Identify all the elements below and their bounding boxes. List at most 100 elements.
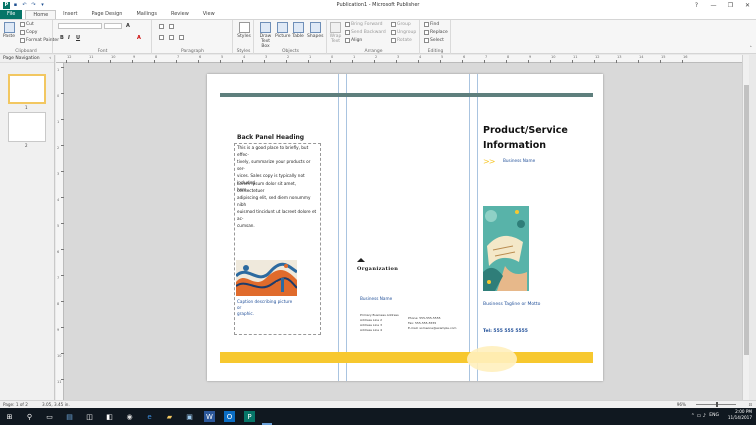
ruler-tick (264, 60, 265, 63)
font-name-box[interactable] (58, 23, 102, 29)
business-contact[interactable]: Phone: 555-555-5555 Fax: 555-555-5555 E-… (408, 316, 456, 331)
text-box-icon (260, 22, 271, 33)
ruler-number: 8 (155, 55, 158, 59)
ruler-tick (418, 60, 419, 63)
product-service-title[interactable]: Product/Service Information (483, 123, 593, 153)
align-center-button[interactable] (169, 35, 174, 40)
align-button[interactable]: Align (345, 38, 362, 43)
system-tray-icons[interactable]: ⌃ ▭ ♪ (691, 413, 706, 419)
business-name-middle[interactable]: Business Name (360, 296, 392, 301)
help-icon[interactable]: ? (688, 0, 705, 10)
back-panel-picture[interactable] (236, 260, 297, 296)
fit-page-icon[interactable]: ⊡ (748, 402, 752, 407)
folder-icon[interactable]: ▰ (164, 411, 175, 422)
draw-text-box-button[interactable]: Draw Text Box (257, 22, 274, 49)
send-backward-button[interactable]: Send Backward (345, 30, 386, 35)
vertical-scrollbar[interactable] (742, 55, 749, 400)
back-panel-heading[interactable]: Back Panel Heading (237, 134, 304, 141)
tab-mailings[interactable]: Mailings (129, 10, 164, 19)
tab-home[interactable]: Home (25, 10, 57, 19)
find-button[interactable]: Find (424, 22, 439, 27)
restore-button[interactable]: ❐ (722, 0, 739, 10)
page-thumbnail-1[interactable] (8, 74, 46, 104)
film-icon[interactable]: ▤ (64, 411, 75, 422)
search-icon[interactable]: ⚲ (24, 411, 35, 422)
minimize-button[interactable]: — (705, 0, 722, 10)
tab-review[interactable]: Review (164, 10, 196, 19)
italic-button[interactable]: I (68, 35, 70, 41)
windows-logo-icon[interactable]: ⊞ (4, 411, 15, 422)
save-icon[interactable]: ▪ (12, 2, 19, 9)
tab-view[interactable]: View (196, 10, 222, 19)
shapes-button[interactable]: Shapes (307, 22, 323, 39)
wrap-text-button[interactable]: Wrap Text (329, 22, 342, 44)
align-left-button[interactable] (159, 35, 164, 40)
back-panel-lorem-text[interactable]: Lorem ipsum dolor sit amet, consectetuer… (237, 180, 319, 229)
collapse-pane-icon[interactable]: ‹ (49, 56, 51, 61)
ruler-tick (61, 327, 64, 328)
page-indicator[interactable]: Page: 1 of 2 (3, 402, 28, 407)
ruler-number: 0 (331, 55, 334, 59)
photos-icon[interactable]: ▣ (184, 411, 195, 422)
bullets-button[interactable] (159, 24, 164, 29)
publication-page[interactable]: Back Panel Heading This is a good place … (207, 74, 603, 381)
numbering-button[interactable] (169, 24, 174, 29)
tab-file[interactable]: File (0, 10, 23, 19)
customize-toolbar-icon[interactable]: ▾ (39, 2, 46, 9)
copy-button[interactable]: Copy (20, 30, 37, 35)
clock[interactable]: 2:00 PM 11/14/2017 (728, 409, 752, 421)
workspace[interactable]: 12 11 10 9 8 7 6 5 4 3 2 1 0 1 2 3 4 5 6 7 8 9 10 11 12 13 14 15 16 … (56, 55, 749, 400)
select-button[interactable]: Select (424, 38, 444, 43)
tab-page-design[interactable]: Page Design (84, 10, 129, 19)
picture-caption[interactable]: Caption describing picture or graphic. (237, 299, 297, 317)
paste-button[interactable]: Paste (2, 22, 16, 39)
store-icon[interactable]: ◫ (84, 411, 95, 422)
task-view-icon[interactable]: ▭ (44, 411, 55, 422)
ungroup-button[interactable]: Ungroup (391, 30, 416, 35)
scrollbar-thumb[interactable] (744, 85, 749, 355)
tab-insert[interactable]: Insert (56, 10, 84, 19)
font-color-button[interactable]: A (137, 35, 141, 41)
outlook-icon[interactable]: O (224, 411, 235, 422)
replace-button[interactable]: Replace (424, 30, 448, 35)
organization-name[interactable]: Organization (357, 266, 398, 272)
styles-button[interactable]: Styles (237, 22, 251, 39)
publisher-icon[interactable]: P (244, 411, 255, 422)
business-telephone[interactable]: Tel: 555 555 5555 (483, 329, 528, 334)
language-indicator[interactable]: ENG (709, 413, 719, 418)
vertical-ruler[interactable]: 1 0 1 2 3 4 5 6 7 8 9 10 11 (56, 63, 64, 400)
word-icon[interactable]: W (204, 411, 215, 422)
edge-icon[interactable]: e (144, 411, 155, 422)
redo-icon[interactable]: ↷ (30, 2, 37, 9)
chrome-icon[interactable]: ◉ (124, 411, 135, 422)
business-tagline[interactable]: Business Tagline or Motto (483, 302, 540, 307)
picture-button[interactable]: Picture (275, 22, 290, 39)
underline-button[interactable]: U (76, 35, 80, 41)
undo-icon[interactable]: ↶ (21, 2, 28, 9)
bold-button[interactable]: B (60, 35, 64, 41)
align-left-icon (159, 35, 164, 40)
publisher-window: P ▪ ↶ ↷ ▾ Publication1 - Microsoft Publi… (0, 0, 756, 425)
business-address[interactable]: Primary Business Address Address Line 2 … (360, 313, 399, 333)
align-right-button[interactable] (179, 35, 184, 40)
ruler-tick (440, 60, 441, 63)
bring-forward-button[interactable]: Bring Forward (345, 22, 382, 27)
yellow-footer-bar (220, 352, 593, 363)
zoom-slider-thumb[interactable] (716, 402, 718, 407)
business-name-right[interactable]: Business Name (503, 158, 535, 163)
font-size-box[interactable] (104, 23, 122, 29)
cover-picture[interactable] (483, 206, 529, 291)
ruler-number: 10 (111, 55, 116, 59)
group-button[interactable]: Group (391, 22, 411, 27)
zoom-percentage[interactable]: 96% (677, 402, 686, 407)
cut-button[interactable]: Cut (20, 22, 34, 27)
rotate-button[interactable]: Rotate (391, 38, 412, 43)
shopping-bag-icon[interactable]: ◧ (104, 411, 115, 422)
page-thumbnail-2[interactable] (8, 112, 46, 142)
ruler-number: 1 (309, 55, 312, 59)
table-button[interactable]: Table (291, 22, 305, 39)
grow-font-button[interactable]: A (126, 23, 130, 29)
horizontal-ruler[interactable]: 12 11 10 9 8 7 6 5 4 3 2 1 0 1 2 3 4 5 6 7 8 9 10 11 12 13 14 15 16 (56, 55, 749, 63)
collapse-ribbon-icon[interactable]: ˄ (750, 46, 753, 52)
close-button[interactable]: ✕ (739, 0, 756, 10)
